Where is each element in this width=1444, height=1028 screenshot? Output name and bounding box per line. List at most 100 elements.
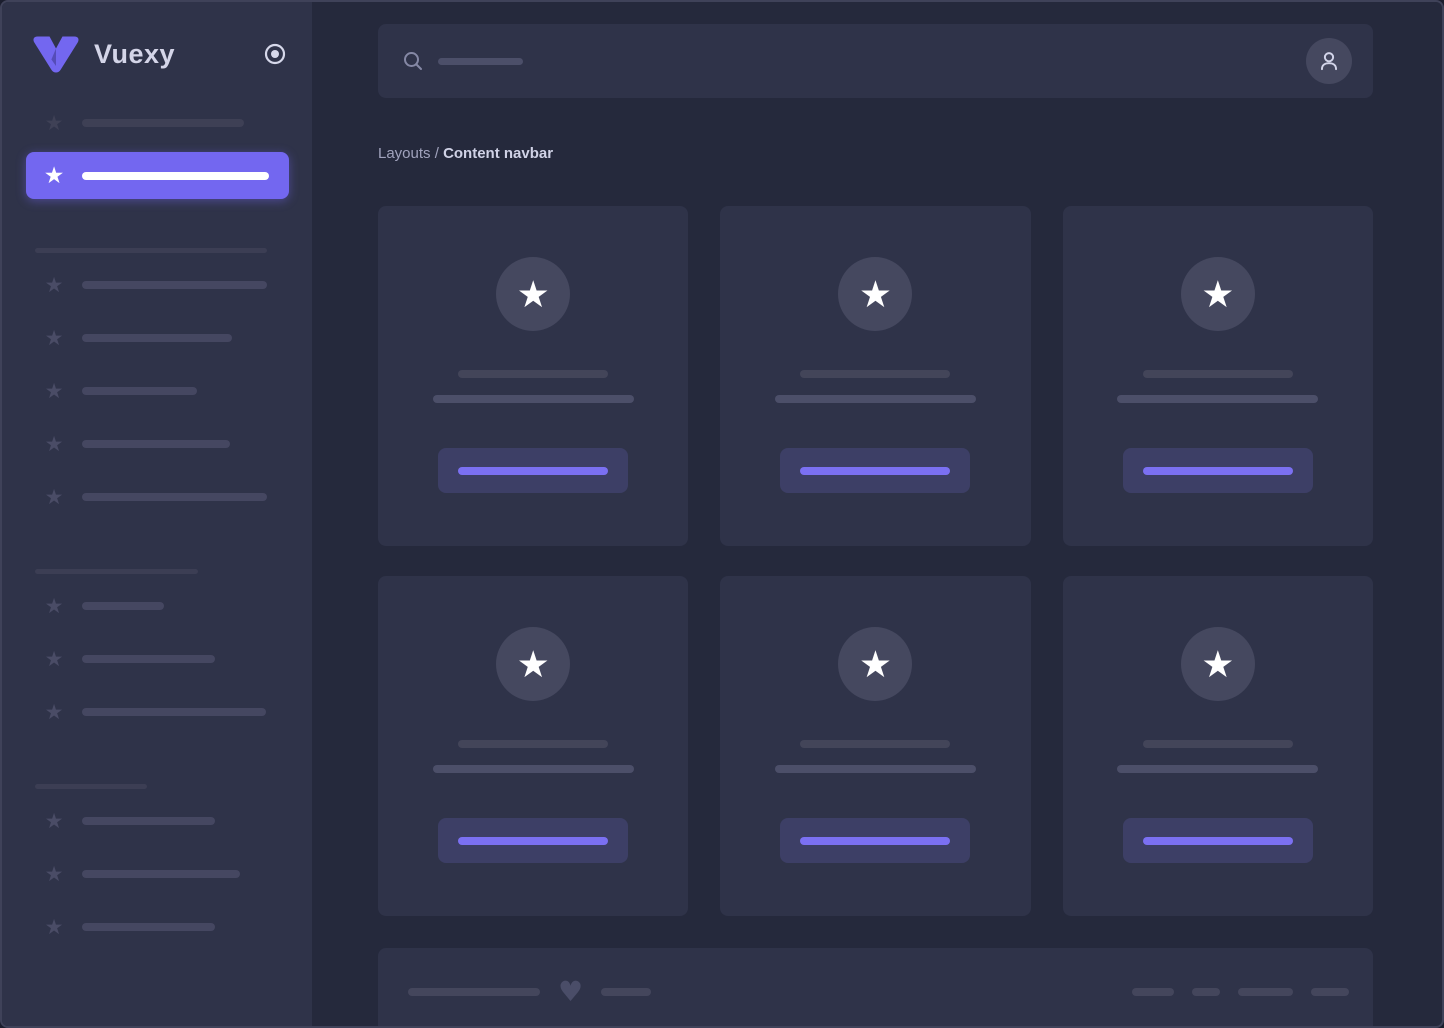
nav-label-skeleton bbox=[82, 172, 269, 180]
footer-row: ♥ bbox=[378, 948, 1373, 1002]
user-avatar-button[interactable] bbox=[1306, 38, 1352, 84]
star-icon: ★ bbox=[1201, 646, 1234, 683]
star-icon: ★ bbox=[42, 111, 66, 135]
star-icon: ★ bbox=[517, 276, 550, 313]
star-icon: ★ bbox=[1201, 276, 1234, 313]
sidebar-item[interactable]: ★ bbox=[2, 432, 312, 456]
card-title-skeleton bbox=[800, 370, 950, 378]
radio-circle-icon[interactable] bbox=[262, 41, 288, 67]
button-label-skeleton bbox=[1143, 467, 1293, 475]
card-title-skeleton bbox=[1143, 370, 1293, 378]
nav-label-skeleton bbox=[82, 387, 197, 395]
sidebar-item[interactable]: ★ bbox=[2, 485, 312, 509]
card-avatar: ★ bbox=[1181, 257, 1255, 331]
card-button[interactable] bbox=[438, 818, 628, 863]
demo-card: ★ bbox=[1063, 576, 1373, 916]
demo-card: ★ bbox=[1063, 206, 1373, 546]
sidebar-group: ★★ bbox=[2, 111, 312, 199]
nav-label-skeleton bbox=[82, 602, 164, 610]
button-label-skeleton bbox=[458, 467, 608, 475]
cards-grid: ★★★★★★ bbox=[378, 206, 1373, 916]
heart-icon: ♥ bbox=[558, 982, 583, 1002]
star-icon: ★ bbox=[42, 862, 66, 886]
card-subtitle-skeleton bbox=[775, 395, 976, 403]
card-title-skeleton bbox=[458, 370, 608, 378]
footer-link-skeleton bbox=[1311, 988, 1349, 996]
star-icon: ★ bbox=[42, 485, 66, 509]
sidebar-item[interactable]: ★ bbox=[2, 862, 312, 886]
breadcrumb-parent[interactable]: Layouts bbox=[378, 145, 431, 162]
card-avatar: ★ bbox=[1181, 627, 1255, 701]
nav-label-skeleton bbox=[82, 334, 232, 342]
brand-title: Vuexy bbox=[94, 39, 175, 70]
card-subtitle-skeleton bbox=[433, 395, 634, 403]
card-avatar: ★ bbox=[838, 257, 912, 331]
button-label-skeleton bbox=[800, 467, 950, 475]
star-icon: ★ bbox=[42, 379, 66, 403]
star-icon: ★ bbox=[859, 646, 892, 683]
sidebar-item[interactable]: ★ bbox=[2, 647, 312, 671]
card-button[interactable] bbox=[780, 448, 970, 493]
nav-label-skeleton bbox=[82, 119, 244, 127]
button-label-skeleton bbox=[1143, 837, 1293, 845]
footer-link-skeleton bbox=[1132, 988, 1174, 996]
sidebar-item[interactable]: ★ bbox=[2, 700, 312, 724]
vuexy-logo-icon bbox=[32, 34, 80, 74]
nav-label-skeleton bbox=[82, 708, 266, 716]
card-title-skeleton bbox=[458, 740, 608, 748]
card-subtitle-skeleton bbox=[1117, 395, 1318, 403]
top-navbar bbox=[378, 24, 1373, 98]
star-icon: ★ bbox=[42, 326, 66, 350]
sidebar-group: ★ ★ ★ bbox=[2, 569, 312, 724]
star-icon: ★ bbox=[42, 432, 66, 456]
sidebar-item[interactable]: ★ bbox=[2, 594, 312, 618]
card-button[interactable] bbox=[1123, 448, 1313, 493]
footer-text-skeleton bbox=[408, 988, 540, 996]
sidebar-item[interactable]: ★ bbox=[2, 111, 312, 135]
sidebar-item[interactable]: ★ bbox=[2, 379, 312, 403]
breadcrumb: Layouts / Content navbar bbox=[378, 145, 1373, 162]
sidebar-item[interactable]: ★ bbox=[2, 326, 312, 350]
nav-label-skeleton bbox=[82, 281, 267, 289]
star-icon: ★ bbox=[859, 276, 892, 313]
card-button[interactable] bbox=[1123, 818, 1313, 863]
nav-section-header-skeleton bbox=[35, 784, 147, 789]
main-content: Layouts / Content navbar ★★★★★★ ♥ bbox=[312, 2, 1442, 1026]
footer-left: ♥ bbox=[408, 982, 651, 1002]
card-avatar: ★ bbox=[838, 627, 912, 701]
footer-link-skeleton bbox=[1238, 988, 1293, 996]
card-subtitle-skeleton bbox=[433, 765, 634, 773]
nav-label-skeleton bbox=[82, 493, 267, 501]
nav-label-skeleton bbox=[82, 870, 240, 878]
card-title-skeleton bbox=[1143, 740, 1293, 748]
card-button[interactable] bbox=[780, 818, 970, 863]
demo-card: ★ bbox=[720, 206, 1030, 546]
button-label-skeleton bbox=[800, 837, 950, 845]
card-title-skeleton bbox=[800, 740, 950, 748]
star-icon: ★ bbox=[42, 273, 66, 297]
search-input[interactable] bbox=[402, 50, 1306, 72]
demo-card: ★ bbox=[720, 576, 1030, 916]
breadcrumb-current: Content navbar bbox=[443, 145, 553, 162]
sidebar-group: ★ ★ ★ ★ ★ bbox=[2, 248, 312, 509]
app-window: Vuexy ★★★★★★★★★★★★★ bbox=[0, 0, 1444, 1028]
sidebar-item[interactable]: ★ bbox=[2, 915, 312, 939]
sidebar-group: ★ ★ ★ bbox=[2, 784, 312, 939]
person-icon bbox=[1316, 48, 1342, 74]
card-button[interactable] bbox=[438, 448, 628, 493]
card-subtitle-skeleton bbox=[1117, 765, 1318, 773]
card-avatar: ★ bbox=[496, 257, 570, 331]
star-icon: ★ bbox=[42, 915, 66, 939]
sidebar-item[interactable]: ★ bbox=[2, 273, 312, 297]
nav-section-header-skeleton bbox=[35, 569, 198, 574]
footer-card: ♥ bbox=[378, 948, 1373, 1028]
nav-label-skeleton bbox=[82, 923, 215, 931]
nav-label-skeleton bbox=[82, 655, 215, 663]
sidebar-item-active[interactable]: ★ bbox=[26, 152, 289, 199]
sidebar: Vuexy ★★★★★★★★★★★★★ bbox=[2, 2, 312, 1026]
star-icon: ★ bbox=[42, 700, 66, 724]
breadcrumb-separator: / bbox=[431, 145, 444, 162]
demo-card: ★ bbox=[378, 206, 688, 546]
button-label-skeleton bbox=[458, 837, 608, 845]
sidebar-item[interactable]: ★ bbox=[2, 809, 312, 833]
